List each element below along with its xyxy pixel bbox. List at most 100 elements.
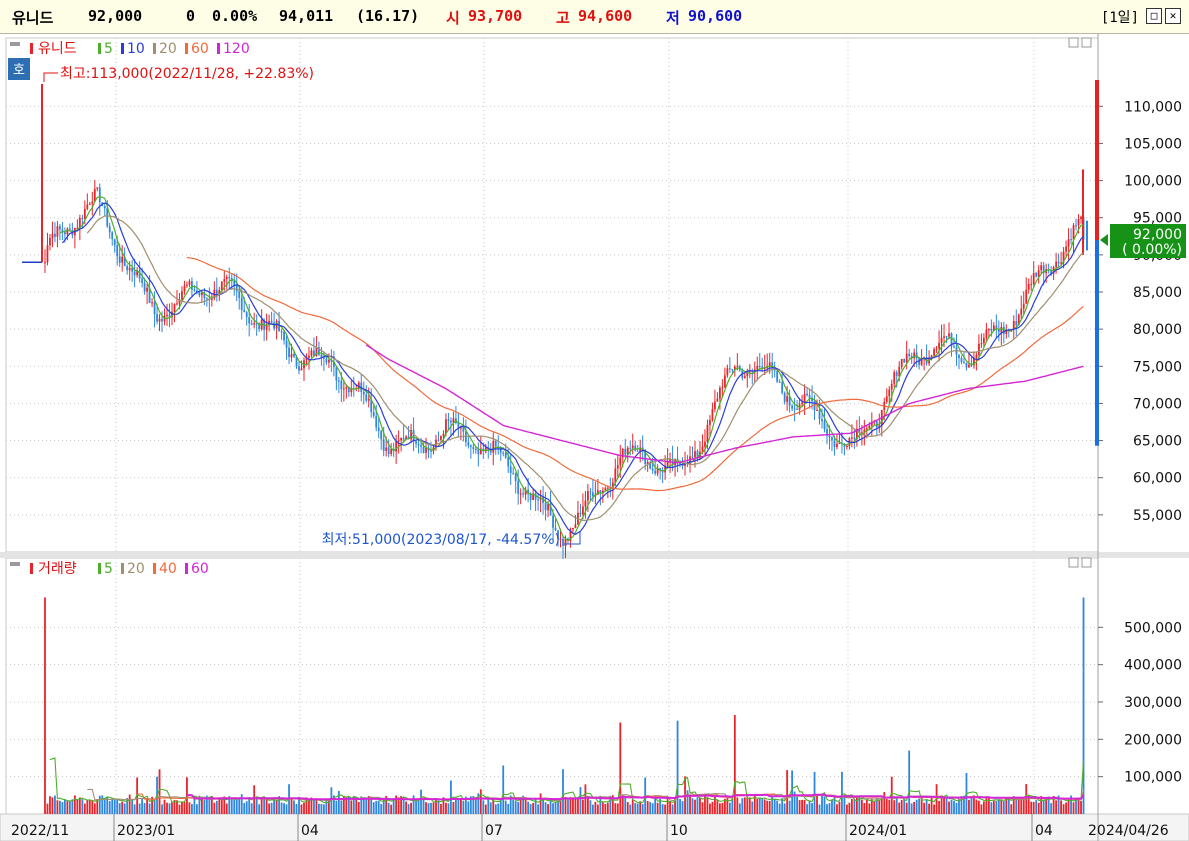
panel-splitter[interactable] bbox=[0, 552, 1189, 558]
price-tick-label: 100,000 bbox=[1124, 174, 1182, 190]
volume-bar bbox=[93, 803, 96, 814]
volume-bar bbox=[253, 785, 256, 814]
price-candle-body bbox=[447, 419, 450, 421]
volume-bar bbox=[776, 800, 779, 814]
volume-bar bbox=[803, 799, 806, 814]
volume-bar bbox=[293, 800, 295, 814]
price-candle-body bbox=[308, 355, 310, 359]
price-candle-body bbox=[572, 527, 574, 530]
price-candle-body bbox=[188, 281, 191, 285]
stock-name: 유니드 bbox=[12, 9, 54, 27]
price-candle-body bbox=[54, 233, 56, 237]
volume-bar bbox=[838, 801, 841, 814]
price-candle-body bbox=[960, 358, 963, 362]
change-rate: 0.00% bbox=[212, 7, 258, 25]
volume-panel-min-button[interactable] bbox=[1068, 557, 1079, 568]
price-tick-label: 85,000 bbox=[1133, 285, 1182, 301]
price-candle-body bbox=[240, 297, 243, 310]
volume-bar bbox=[923, 802, 926, 814]
price-candle-body bbox=[186, 284, 188, 286]
price-candle-body bbox=[776, 370, 779, 382]
volume-bar bbox=[778, 803, 781, 814]
volume-bar bbox=[215, 800, 218, 814]
volume-bar bbox=[587, 797, 589, 814]
volume-bar bbox=[704, 793, 706, 814]
price-candle-body bbox=[310, 350, 313, 356]
x-axis-bar bbox=[0, 813, 1189, 841]
price-panel-min-button[interactable] bbox=[1068, 37, 1079, 48]
price-candle-body bbox=[83, 208, 86, 219]
price-candle-body bbox=[166, 314, 168, 316]
price-candle-body bbox=[796, 408, 799, 410]
volume-legend-handle[interactable] bbox=[10, 562, 20, 566]
volume-bar bbox=[860, 799, 863, 814]
volume-bar bbox=[245, 801, 248, 814]
volume-bar bbox=[61, 802, 64, 814]
price-candle-body bbox=[723, 375, 726, 388]
price-candle-body bbox=[81, 217, 84, 219]
price-candle-body bbox=[714, 401, 716, 410]
volume-bar bbox=[484, 804, 487, 814]
price-candle-body bbox=[1012, 320, 1015, 330]
volume-bar bbox=[968, 799, 970, 814]
price-candle-body bbox=[113, 239, 116, 246]
volume-bar bbox=[547, 804, 549, 814]
volume-bar bbox=[943, 797, 945, 814]
chart-canvas: 55,000 60,000 65,000 70,000 75,000 80,000 85,0… bbox=[0, 34, 1189, 841]
volume-bar bbox=[487, 798, 490, 814]
price-candle-body bbox=[519, 493, 522, 495]
volume-bar bbox=[519, 798, 522, 814]
volume-bar bbox=[188, 802, 191, 814]
volume-bar bbox=[848, 802, 851, 814]
x-tick-label: 10 bbox=[670, 823, 688, 839]
price-candle-body bbox=[412, 430, 415, 442]
volume-bar bbox=[1002, 801, 1005, 814]
price-candle-body bbox=[963, 361, 965, 363]
price-candle-body bbox=[514, 473, 517, 482]
volume-bar bbox=[440, 803, 442, 814]
volume-bar bbox=[756, 798, 759, 814]
price-candle-body bbox=[327, 360, 330, 363]
price-candle-body bbox=[736, 366, 739, 368]
price-legend-handle[interactable] bbox=[10, 42, 20, 46]
volume-bar bbox=[748, 797, 751, 814]
price-panel-close-button[interactable] bbox=[1081, 37, 1092, 48]
low-value: 90,600 bbox=[688, 7, 743, 25]
volume-bar bbox=[728, 802, 731, 814]
volume-bar bbox=[853, 798, 856, 814]
price-candle-body bbox=[786, 396, 789, 402]
volume-bar bbox=[878, 799, 881, 814]
price-candle-body bbox=[68, 228, 71, 230]
volume-bar bbox=[49, 796, 51, 814]
price-candle-body bbox=[1015, 320, 1018, 326]
maximize-button[interactable]: □ bbox=[1146, 8, 1162, 24]
volume-bar bbox=[250, 803, 253, 814]
price-candle-body bbox=[624, 448, 627, 455]
volume-bar bbox=[654, 796, 657, 814]
volume-legend-ma-20: 20 bbox=[127, 561, 145, 577]
volume-bar bbox=[323, 804, 325, 814]
close-button[interactable]: ✕ bbox=[1165, 8, 1181, 24]
price-candle-body bbox=[818, 410, 821, 420]
volume-bar bbox=[649, 802, 652, 814]
volume-panel-close-button[interactable] bbox=[1081, 557, 1092, 568]
volume-bar bbox=[719, 803, 721, 814]
volume-bar bbox=[980, 804, 983, 814]
volume-bar bbox=[462, 800, 465, 814]
volume-bar bbox=[138, 803, 141, 814]
price-legend-ma-swatch bbox=[217, 43, 220, 54]
period-selector[interactable]: [1일] bbox=[1101, 7, 1139, 27]
volume-bar bbox=[975, 799, 978, 814]
price-candle-body bbox=[365, 394, 368, 401]
volume-bar bbox=[863, 803, 866, 814]
high-value: 94,600 bbox=[578, 7, 633, 25]
volume-bar bbox=[910, 803, 913, 814]
volume-bar bbox=[666, 798, 669, 814]
price-legend-ma-swatch bbox=[185, 43, 188, 54]
volume-bar bbox=[676, 720, 679, 814]
volume-bar bbox=[893, 800, 896, 814]
volume-bar bbox=[457, 798, 460, 814]
price-candle-body bbox=[865, 428, 868, 430]
price-candle-body bbox=[793, 408, 796, 410]
price-candle-body bbox=[1057, 261, 1060, 264]
